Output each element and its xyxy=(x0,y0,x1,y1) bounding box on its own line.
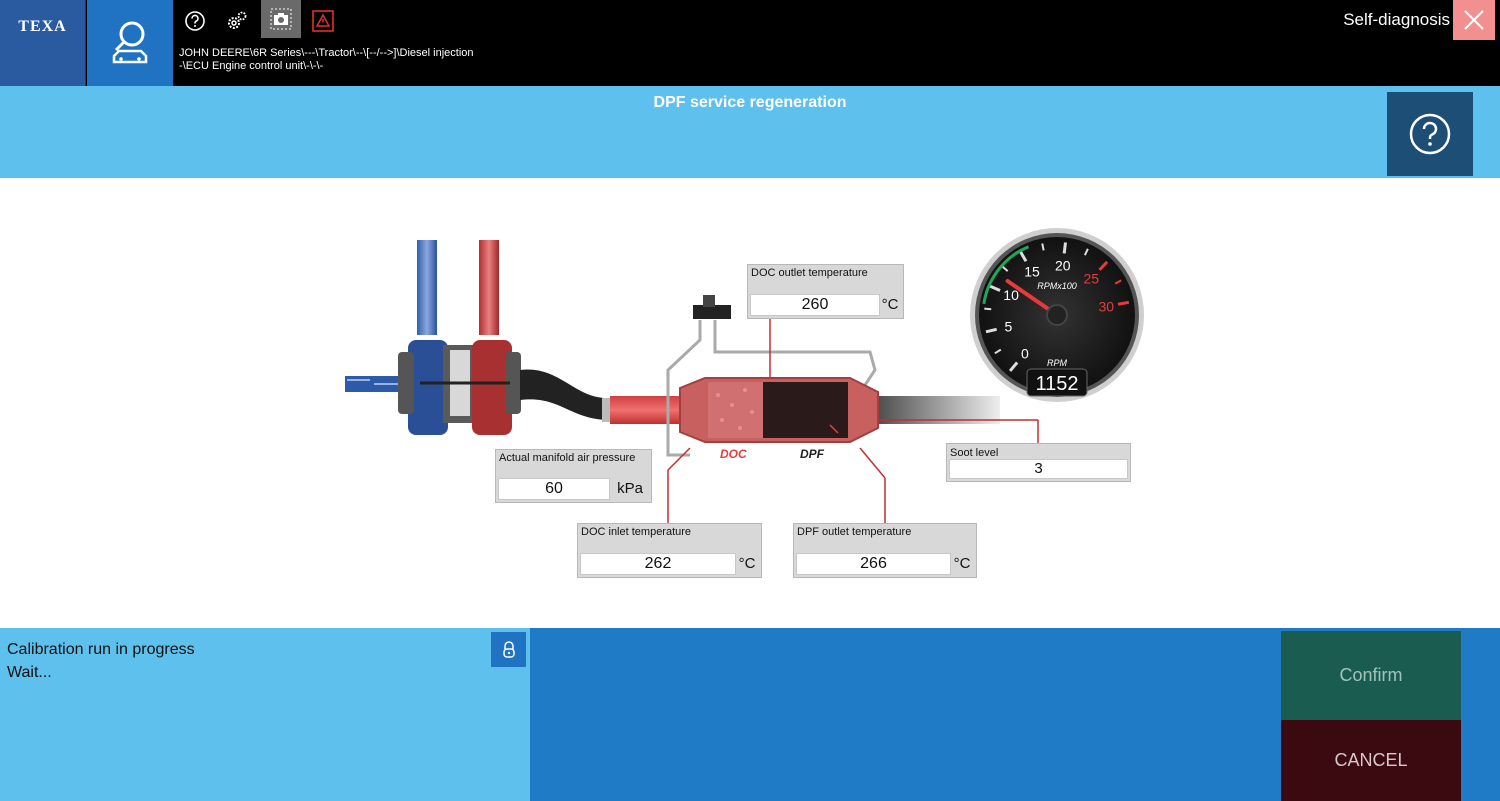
doc-outlet-temperature-label: DOC outlet temperature xyxy=(751,267,868,279)
gauge-digital-value: 1152 xyxy=(1035,373,1078,395)
dpf-label: DPF xyxy=(800,447,825,461)
status-message: Calibration run in progress xyxy=(7,641,195,658)
warning-icon xyxy=(312,10,334,32)
lock-button[interactable] xyxy=(491,632,526,667)
screenshot-toolbar-button[interactable] xyxy=(261,0,301,38)
manifold-air-pressure-value: 60 xyxy=(498,478,610,500)
gauge-unit-label: RPM xyxy=(1047,358,1068,368)
page-title: DPF service regeneration xyxy=(653,94,847,111)
gauge-tick xyxy=(1041,243,1045,251)
soot-level-label: Soot level xyxy=(950,447,999,459)
doc-inlet-temperature-readout: DOC inlet temperature 262 °C xyxy=(577,523,762,578)
camera-icon xyxy=(270,8,292,30)
doc-outlet-temperature-readout: DOC outlet temperature 260 °C xyxy=(747,264,904,319)
close-icon xyxy=(1464,10,1484,30)
help-circle-icon xyxy=(185,11,205,31)
texa-logo: TEXA xyxy=(0,0,86,86)
soot-level-readout: Soot level 3 xyxy=(946,443,1131,482)
confirm-button[interactable]: Confirm xyxy=(1281,631,1461,720)
gauge-tick-label: 0 xyxy=(1021,345,1029,361)
gauge-tick xyxy=(1117,300,1130,306)
question-icon xyxy=(1409,113,1451,155)
dpf-outlet-temperature-readout: DPF outlet temperature 266 °C xyxy=(793,523,977,578)
breadcrumb: JOHN DEERE\6R Series\---\Tractor\--\[--/… xyxy=(179,47,474,73)
doc-inlet-temperature-value: 262 xyxy=(580,553,736,575)
gauge-tick-label: 15 xyxy=(1024,264,1040,280)
manifold-air-pressure-readout: Actual manifold air pressure 60 kPa xyxy=(495,449,652,503)
dpf-outlet-temperature-value: 266 xyxy=(796,553,951,575)
close-button[interactable] xyxy=(1453,0,1495,40)
breadcrumb-line-2: -\ECU Engine control unit\-\-\- xyxy=(179,60,324,72)
turbocharger xyxy=(345,240,521,435)
mode-label: Self-diagnosis xyxy=(1343,10,1450,29)
manifold-air-pressure-unit: kPa xyxy=(617,480,643,497)
doc-label: DOC xyxy=(720,447,747,461)
doc-outlet-temperature-unit: °C xyxy=(881,296,899,313)
alert-toolbar-button[interactable] xyxy=(305,6,341,36)
help-button[interactable] xyxy=(1387,92,1473,176)
help-toolbar-button[interactable] xyxy=(177,6,213,36)
settings-gears-icon xyxy=(228,11,247,29)
settings-toolbar-button[interactable] xyxy=(219,6,255,36)
gauge-tick-label: 20 xyxy=(1055,257,1071,273)
breadcrumb-line-1: JOHN DEERE\6R Series\---\Tractor\--\[--/… xyxy=(179,47,474,59)
gauge-tick xyxy=(984,307,992,311)
vehicle-search-icon xyxy=(112,21,148,64)
gauge-tick xyxy=(1062,242,1067,254)
doc-inlet-temperature-unit: °C xyxy=(738,555,756,572)
rpm-gauge: 051015 202530 RPMx100 RPM 1152 xyxy=(970,228,1144,402)
gauge-scale-label: RPMx100 xyxy=(1037,281,1077,291)
gauge-tick-label: 30 xyxy=(1098,298,1114,314)
gauge-tick-label: 25 xyxy=(1084,271,1100,287)
gauge-tick-label: 5 xyxy=(1004,319,1012,335)
doc-inlet-temperature-label: DOC inlet temperature xyxy=(581,526,692,538)
diagnosis-vehicle-button[interactable] xyxy=(87,0,173,86)
cancel-button[interactable]: CANCEL xyxy=(1281,720,1461,801)
lock-icon xyxy=(502,640,515,658)
manifold-air-pressure-label: Actual manifold air pressure xyxy=(499,452,636,464)
status-wait-message: Wait... xyxy=(7,664,52,681)
dpf-outlet-temperature-label: DPF outlet temperature xyxy=(797,526,912,538)
dpf-outlet-temperature-unit: °C xyxy=(953,555,971,572)
soot-level-value: 3 xyxy=(949,459,1128,479)
doc-outlet-temperature-value: 260 xyxy=(750,294,880,316)
